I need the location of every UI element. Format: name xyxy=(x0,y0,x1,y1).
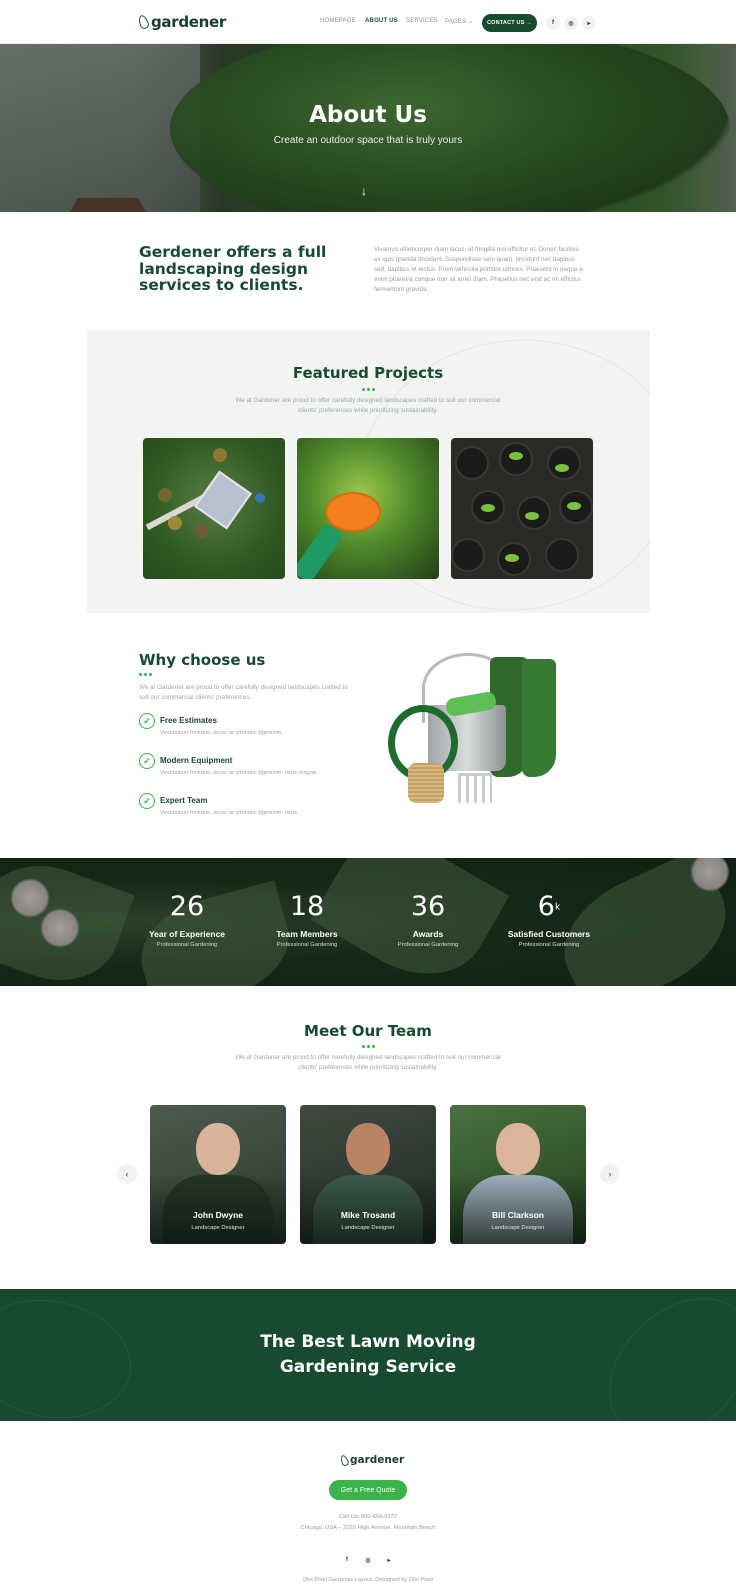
logo[interactable]: gardener xyxy=(136,13,227,31)
title-dots xyxy=(362,1045,375,1048)
stat-number: 6k xyxy=(537,891,561,922)
member-name: Mike Trosand xyxy=(340,1210,396,1220)
team-title: Meet Our Team xyxy=(304,1022,432,1040)
stat-number: 36 xyxy=(410,891,446,922)
nav-about-us[interactable]: ABOUT US xyxy=(365,18,398,24)
project-image-seedlings[interactable] xyxy=(451,438,593,579)
stat-label: Team Members xyxy=(276,929,338,939)
logo-text: gardener xyxy=(151,13,227,31)
site-header: gardener HOMEPAGE ABOUT US SERVICES PAGE… xyxy=(0,0,736,44)
check-icon: ✓ xyxy=(139,713,155,729)
cta-heading: The Best Lawn Moving Gardening Service xyxy=(260,1332,476,1377)
check-icon: ✓ xyxy=(139,753,155,769)
footer-credit: Divi Pixel Gardener Layout. Designed by … xyxy=(303,1577,433,1583)
facebook-icon[interactable]: f xyxy=(340,1553,354,1567)
member-name: John Dwyne xyxy=(192,1210,244,1220)
scroll-down-icon[interactable]: ↓ xyxy=(361,184,367,198)
carousel-prev-button[interactable]: ‹ xyxy=(117,1164,137,1184)
member-role: Landscape Designer xyxy=(191,1225,245,1231)
stat-sublabel: Professional Gardening xyxy=(397,942,459,948)
check-icon: ✓ xyxy=(139,793,155,809)
footer-logo[interactable]: gardener xyxy=(339,1453,404,1467)
gardening-tools-image xyxy=(380,645,598,815)
footer-address: Chicago, USA – 2120 High Avenue, Mountai… xyxy=(300,1525,436,1531)
youtube-icon[interactable]: ▸ xyxy=(382,1553,396,1567)
why-choose-us-title: Why choose us xyxy=(139,651,266,669)
member-role: Landscape Designer xyxy=(341,1225,395,1231)
avatar xyxy=(196,1123,240,1175)
contact-us-button[interactable]: CONTACT US → xyxy=(482,14,537,32)
why-choose-us-subtitle: We at Gardener are proud to offer carefu… xyxy=(139,684,348,701)
free-quote-button[interactable]: Get a Free Quote xyxy=(329,1480,407,1500)
instagram-icon[interactable]: ◎ xyxy=(361,1553,375,1567)
leaf-icon xyxy=(136,13,151,31)
stat-label: Awards xyxy=(412,929,444,939)
youtube-icon[interactable]: ▸ xyxy=(582,16,596,30)
stats-section: 26 Year of Experience Professional Garde… xyxy=(0,858,736,986)
featured-title: Featured Projects xyxy=(292,364,444,382)
leaf-icon xyxy=(339,1453,350,1467)
title-dots xyxy=(362,388,375,391)
footer-phone: Call Us: 800-454-9272 xyxy=(338,1514,397,1520)
feature-desc: Vestibulum tristique, lacus ac pretium d… xyxy=(160,730,284,736)
hero-banner: About Us Create an outdoor space that is… xyxy=(0,44,736,212)
feature-desc: Vestibulum tristique, lacus ac pretium d… xyxy=(160,810,299,816)
featured-subtitle: We at Gardener are proud to offer carefu… xyxy=(235,397,501,414)
stat-sublabel: Professional Gardening xyxy=(156,942,218,948)
stat-label: Year of Experience xyxy=(148,929,226,939)
stat-number: 26 xyxy=(169,891,205,922)
member-role: Landscape Designer xyxy=(491,1225,545,1231)
title-dots xyxy=(139,673,152,676)
avatar xyxy=(496,1123,540,1175)
cta-banner: The Best Lawn Moving Gardening Service xyxy=(0,1289,736,1421)
nav-services[interactable]: SERVICES xyxy=(406,18,438,24)
facebook-icon[interactable]: f xyxy=(546,16,560,30)
stat-sublabel: Professional Gardening xyxy=(518,942,580,948)
team-card-bill-clarkson[interactable]: Bill Clarkson Landscape Designer xyxy=(450,1105,586,1244)
stat-label: Satisfied Customers xyxy=(507,929,591,939)
team-card-john-dwyne[interactable]: John Dwyne Landscape Designer xyxy=(150,1105,286,1244)
team-card-mike-trosand[interactable]: Mike Trosand Landscape Designer xyxy=(300,1105,436,1244)
feature-desc: Vestibulum tristique, lacus ac pretium d… xyxy=(160,770,318,776)
hero-subtitle: Create an outdoor space that is truly yo… xyxy=(273,135,463,146)
avatar xyxy=(346,1123,390,1175)
project-image-aerial-house[interactable] xyxy=(143,438,285,579)
feature-title: Expert Team xyxy=(160,796,208,805)
team-subtitle: We at Gardener are proud to offer carefu… xyxy=(235,1054,501,1071)
page-title: About Us xyxy=(309,102,427,128)
project-image-watering-can[interactable] xyxy=(297,438,439,579)
intro-heading: Gerdener offers a full landscaping desig… xyxy=(139,243,327,294)
nav-homepage[interactable]: HOMEPAGE xyxy=(320,18,356,24)
member-name: Bill Clarkson xyxy=(492,1210,544,1220)
feature-title: Free Estimates xyxy=(160,716,217,725)
feature-title: Modern Equipment xyxy=(160,756,233,765)
carousel-next-button[interactable]: › xyxy=(600,1164,620,1184)
nav-pages[interactable]: PAGES ⌄ xyxy=(445,18,473,25)
stat-number: 18 xyxy=(289,891,325,922)
stat-sublabel: Professional Gardening xyxy=(276,942,338,948)
intro-text: Vivamus ullamcorper diam lacus, at fring… xyxy=(374,246,583,293)
instagram-icon[interactable]: ◎ xyxy=(564,16,578,30)
